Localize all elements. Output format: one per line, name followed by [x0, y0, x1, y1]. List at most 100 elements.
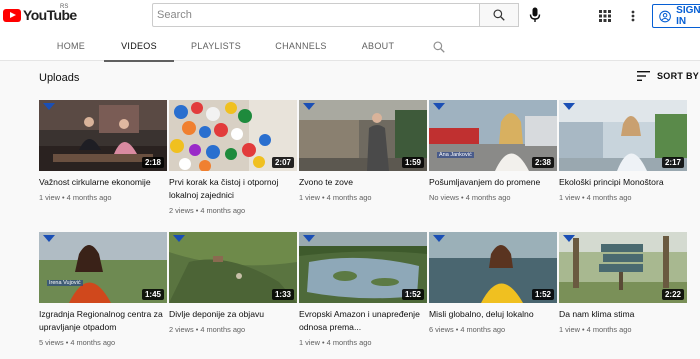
video-duration: 1:52 [531, 289, 554, 300]
view-count: 2 views [169, 206, 194, 215]
video-title[interactable]: Ekološki principi Monoštora [559, 176, 687, 189]
video-meta: 1 view • 4 months ago [559, 325, 632, 334]
video-meta: 1 view • 4 months ago [299, 338, 372, 347]
upload-age: 4 months ago [460, 325, 506, 334]
video-duration: 1:33 [271, 289, 294, 300]
upload-age: 4 months ago [200, 206, 246, 215]
upload-age: 4 months ago [326, 338, 372, 347]
video-card[interactable]: Ana Janković 2:38 Pošumljavanjem do prom… [429, 100, 557, 202]
video-title[interactable]: Pošumljavanjem do promene [429, 176, 557, 189]
video-title[interactable]: Evropski Amazon i unapređenje odnosa pre… [299, 308, 427, 334]
more-options-button[interactable] [626, 8, 640, 24]
video-card[interactable]: 2:17 Ekološki principi Monoštora 1 view … [559, 100, 687, 202]
video-duration: 2:22 [661, 289, 684, 300]
lower-third-name: Ana Janković [437, 152, 474, 158]
apps-grid-icon[interactable] [598, 9, 612, 23]
view-count: 6 views [429, 325, 454, 334]
video-card[interactable]: 2:18 Važnost cirkularne ekonomije 1 view… [39, 100, 167, 202]
view-count: 2 views [169, 325, 194, 334]
sort-by-button[interactable]: SORT BY [637, 71, 699, 81]
masthead: YouTube RS SIGN IN [0, 0, 700, 32]
tab-channels[interactable]: CHANNELS [264, 32, 338, 61]
video-title[interactable]: Važnost cirkularne ekonomije [39, 176, 167, 189]
more-vert-icon [631, 10, 635, 22]
video-thumbnail[interactable]: 1:52 [429, 232, 557, 303]
video-meta: 1 view • 4 months ago [299, 193, 372, 202]
video-thumbnail[interactable]: Ana Janković 2:38 [429, 100, 557, 171]
search-button[interactable] [479, 3, 519, 27]
video-title[interactable]: Da nam klima stima [559, 308, 687, 321]
video-thumbnail[interactable]: 1:33 [169, 232, 297, 303]
video-thumbnail[interactable]: Irena Vujović 1:45 [39, 232, 167, 303]
channel-watermark-icon [173, 235, 185, 242]
video-duration: 2:38 [531, 157, 554, 168]
video-card[interactable]: Irena Vujović 1:45 Izgradnja Regionalnog… [39, 232, 167, 347]
upload-age: 4 months ago [326, 193, 372, 202]
video-card[interactable]: 1:59 Zvono te zove 1 view • 4 months ago [299, 100, 427, 202]
mic-icon [529, 7, 541, 22]
channel-watermark-icon [433, 235, 445, 242]
channel-watermark-icon [43, 235, 55, 242]
view-count: 1 view [299, 193, 320, 202]
video-card[interactable]: 2:07 Prvi korak ka čistoj i otpornoj lok… [169, 100, 297, 215]
video-duration: 2:07 [271, 157, 294, 168]
upload-age: 4 months ago [465, 193, 511, 202]
tab-about[interactable]: ABOUT [350, 32, 406, 61]
upload-age: 4 months ago [586, 325, 632, 334]
tab-videos[interactable]: VIDEOS [104, 32, 174, 62]
video-title[interactable]: Izgradnja Regionalnog centra za upravlja… [39, 308, 167, 334]
channel-watermark-icon [563, 235, 575, 242]
channel-watermark-icon [303, 103, 315, 110]
channel-watermark-icon [303, 235, 315, 242]
video-card[interactable]: 2:22 Da nam klima stima 1 view • 4 month… [559, 232, 687, 334]
search-icon [493, 9, 505, 21]
video-card[interactable]: 1:52 Misli globalno, deluj lokalno 6 vie… [429, 232, 557, 334]
upload-age: 4 months ago [70, 338, 116, 347]
view-count: No views [429, 193, 459, 202]
sort-by-label: SORT BY [657, 71, 700, 81]
video-title[interactable]: Divlje deponije za objavu [169, 308, 297, 321]
view-count: 5 views [39, 338, 64, 347]
video-meta: 2 views • 4 months ago [169, 325, 246, 334]
video-title[interactable]: Misli globalno, deluj lokalno [429, 308, 557, 321]
upload-age: 4 months ago [586, 193, 632, 202]
country-code: RS [60, 4, 69, 10]
youtube-logo-icon [3, 8, 21, 22]
channel-search-icon[interactable] [432, 40, 446, 54]
video-thumbnail[interactable]: 2:18 [39, 100, 167, 171]
voice-search-button[interactable] [525, 5, 545, 25]
view-count: 1 view [559, 325, 580, 334]
logo-text: YouTube [23, 7, 77, 23]
channel-watermark-icon [563, 103, 575, 110]
video-duration: 1:45 [141, 289, 164, 300]
upload-age: 4 months ago [200, 325, 246, 334]
video-card[interactable]: 1:52 Evropski Amazon i unapređenje odnos… [299, 232, 427, 347]
video-title[interactable]: Prvi korak ka čistoj i otpornoj lokalnoj… [169, 176, 297, 202]
video-thumbnail[interactable]: 2:07 [169, 100, 297, 171]
search-input[interactable] [152, 3, 480, 27]
video-meta: 5 views • 4 months ago [39, 338, 116, 347]
uploads-title: Uploads [39, 72, 80, 84]
video-meta: 6 views • 4 months ago [429, 325, 506, 334]
view-count: 1 view [559, 193, 580, 202]
video-meta: 2 views • 4 months ago [169, 206, 246, 215]
channel-watermark-icon [43, 103, 55, 110]
channel-tabs: HOME VIDEOS PLAYLISTS CHANNELS ABOUT [0, 32, 700, 62]
sign-in-label: SIGN IN [676, 5, 700, 27]
video-thumbnail[interactable]: 2:22 [559, 232, 687, 303]
video-thumbnail[interactable]: 1:52 [299, 232, 427, 303]
tab-playlists[interactable]: PLAYLISTS [180, 32, 252, 61]
video-thumbnail[interactable]: 2:17 [559, 100, 687, 171]
video-title[interactable]: Zvono te zove [299, 176, 427, 189]
video-duration: 1:52 [401, 289, 424, 300]
upload-age: 4 months ago [66, 193, 112, 202]
video-duration: 2:17 [661, 157, 684, 168]
tab-home[interactable]: HOME [44, 32, 98, 61]
video-card[interactable]: 1:33 Divlje deponije za objavu 2 views •… [169, 232, 297, 334]
video-thumbnail[interactable]: 1:59 [299, 100, 427, 171]
account-icon [659, 10, 671, 22]
video-duration: 2:18 [141, 157, 164, 168]
sign-in-button[interactable]: SIGN IN [652, 4, 700, 28]
view-count: 1 view [299, 338, 320, 347]
lower-third-name: Irena Vujović [47, 280, 83, 286]
